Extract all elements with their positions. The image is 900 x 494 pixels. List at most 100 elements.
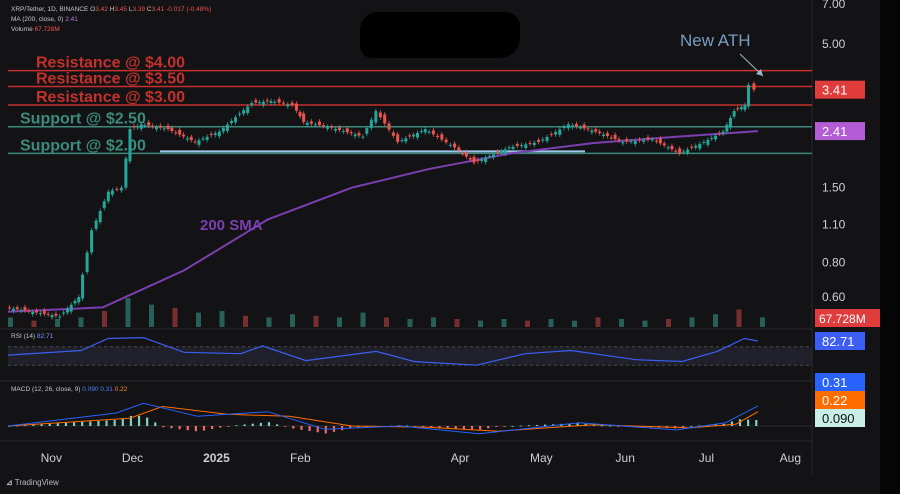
candle <box>714 135 718 140</box>
volume-bar <box>407 319 413 327</box>
candle <box>702 141 706 143</box>
tradingview-logo-icon: ⊿ <box>6 478 13 487</box>
ohlc-c-value: 3.41 <box>151 6 165 13</box>
candle <box>151 125 155 127</box>
candle <box>511 146 515 149</box>
candle <box>193 141 197 143</box>
candle <box>221 128 225 132</box>
candle <box>273 101 277 103</box>
candle <box>35 310 39 313</box>
candle <box>613 134 617 139</box>
candle <box>464 152 468 157</box>
candle <box>178 129 182 135</box>
candle <box>743 104 747 110</box>
candle <box>594 129 598 132</box>
candle <box>77 297 81 303</box>
candle <box>440 134 444 140</box>
candle <box>166 125 170 130</box>
macd-histogram-bar <box>487 426 490 429</box>
candle <box>229 120 233 124</box>
macd-histogram-bar <box>292 426 295 429</box>
volume-bar <box>360 312 366 327</box>
candle <box>58 316 62 318</box>
tradingview-watermark: ⊿ TradingView <box>6 478 59 487</box>
macd-histogram-bar <box>479 426 482 430</box>
candle <box>90 230 94 253</box>
rsi-legend[interactable]: RSI (14) 82.71 <box>11 333 53 340</box>
symbol-info: XRP/Tether, 1D, BINANCE O3.42 H3.45 L3.3… <box>11 6 211 13</box>
candle <box>554 131 558 135</box>
macd-histogram-bar <box>211 426 214 430</box>
ma-legend[interactable]: MA (200, close, 0) 2.41 <box>11 16 78 23</box>
candle <box>658 138 662 144</box>
candle <box>119 187 123 191</box>
macd-histogram-bar <box>251 423 254 426</box>
volume-bar <box>313 315 319 327</box>
candle <box>357 133 361 136</box>
ohlc-o-value: 3.42 <box>95 6 108 13</box>
price-tick-label: 5.00 <box>822 37 846 51</box>
macd-histogram-bar <box>527 425 530 427</box>
candle <box>537 139 541 142</box>
candle <box>242 110 246 114</box>
candle <box>31 311 35 315</box>
candle <box>444 139 448 143</box>
candle <box>353 134 357 137</box>
candle <box>415 132 419 138</box>
candle <box>369 119 373 129</box>
macd-histogram-bar <box>519 425 522 427</box>
volume-label: Volume <box>11 26 33 33</box>
candle <box>326 126 330 129</box>
candle <box>586 128 590 130</box>
volume-bar <box>454 319 460 327</box>
watermark-text: TradingView <box>14 478 59 487</box>
time-tick-label: May <box>530 451 553 465</box>
candle <box>448 144 452 146</box>
candle <box>598 131 602 134</box>
macd-legend[interactable]: MACD (12, 26, close, 9) 0.090 0.31 0.22 <box>11 386 127 393</box>
candle <box>102 201 106 209</box>
volume-bar <box>243 315 248 327</box>
candle <box>590 130 594 133</box>
candle <box>162 128 166 130</box>
candle <box>269 101 273 103</box>
candle <box>225 124 229 131</box>
candle <box>246 106 250 114</box>
candle <box>277 98 281 103</box>
resistance-label: Resistance @ $4.00 <box>36 55 185 72</box>
trading-chart[interactable]: 7.00 5.00 1.50 1.10 0.80 0.60 Nov Dec 2025 Feb Apr… <box>0 0 900 494</box>
candle <box>728 117 732 128</box>
candle <box>302 113 306 123</box>
ohlc-l-value: 3.39 <box>132 6 146 13</box>
macd-value-badge: 0.090 <box>822 411 855 426</box>
candle <box>431 130 435 135</box>
volume-bar <box>713 314 718 327</box>
volume-bar <box>501 319 507 327</box>
chart-canvas[interactable]: 7.00 5.00 1.50 1.10 0.80 0.60 Nov Dec 2025 Feb Apr… <box>0 0 900 494</box>
candle <box>124 158 128 188</box>
volume-legend[interactable]: Volume 67.728M <box>11 26 60 33</box>
macd-histogram-bar <box>121 418 124 426</box>
candle <box>637 139 641 141</box>
candle <box>404 138 408 142</box>
macd-histogram-bar <box>64 422 68 426</box>
macd-histogram-bar <box>511 425 514 427</box>
ma-value: 2.41 <box>65 16 78 23</box>
volume-bar <box>337 317 342 327</box>
candle <box>254 100 258 103</box>
candle <box>317 121 321 126</box>
candle <box>19 309 23 311</box>
rsi-value-badge: 82.71 <box>822 334 855 349</box>
volume-bar <box>290 314 295 327</box>
candle <box>128 129 132 162</box>
candle <box>670 145 674 150</box>
candle <box>747 84 751 107</box>
candle <box>337 127 341 131</box>
volume-bar <box>8 317 13 327</box>
macd-histogram-bar <box>470 426 474 430</box>
candle <box>566 124 570 129</box>
candle <box>609 137 613 139</box>
macd-histogram-bar <box>308 426 311 432</box>
macd-histogram-bar <box>146 417 149 426</box>
resistance-label: Resistance @ $3.50 <box>36 71 185 88</box>
